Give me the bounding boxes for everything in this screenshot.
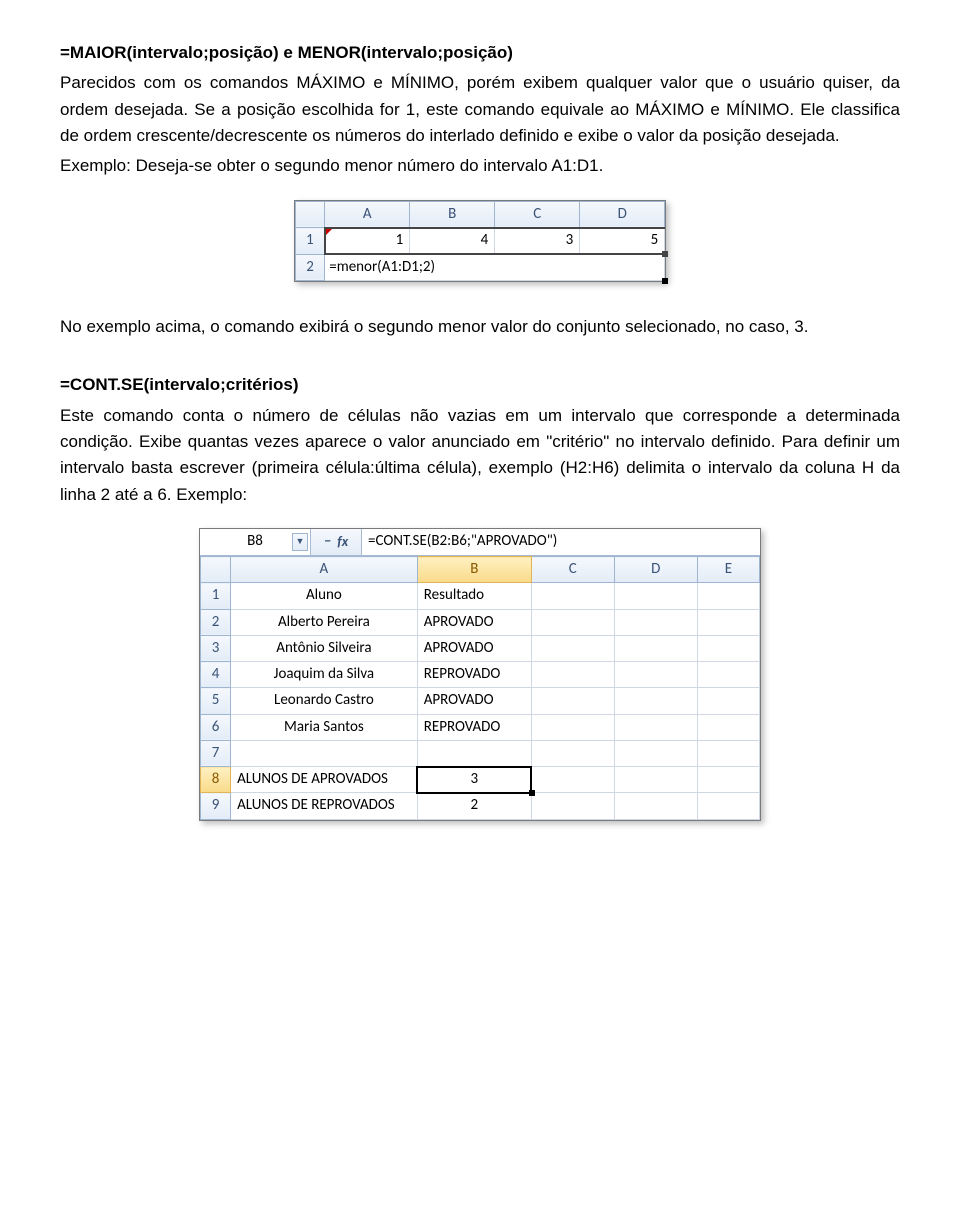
row-header-1[interactable]: 1 xyxy=(295,228,325,254)
cell-a1[interactable]: Aluno xyxy=(231,583,418,609)
col-header-d[interactable]: D xyxy=(614,557,697,583)
name-box[interactable]: B8 ▼ xyxy=(200,529,311,555)
formula-bar-input[interactable]: =CONT.SE(B2:B6;"APROVADO") xyxy=(362,529,760,555)
cell-a2[interactable]: Alberto Pereira xyxy=(231,609,418,635)
col-header-a[interactable]: A xyxy=(231,557,418,583)
col-header-b[interactable]: B xyxy=(417,557,531,583)
cell-b8-active[interactable]: 3 xyxy=(417,767,531,793)
cell-a4[interactable]: Joaquim da Silva xyxy=(231,662,418,688)
cell-a5[interactable]: Leonardo Castro xyxy=(231,688,418,714)
cell-d1[interactable]: 5 xyxy=(580,228,665,254)
excel-fragment-menor: A B C D 1 1 4 3 5 2 =menor(A1:D1;2) xyxy=(294,200,667,282)
name-box-dropdown-icon[interactable]: ▼ xyxy=(292,533,308,551)
row-header-2[interactable]: 2 xyxy=(201,609,231,635)
dash-icon[interactable]: – xyxy=(324,530,331,553)
col-header-c[interactable]: C xyxy=(495,201,580,228)
row-header-8[interactable]: 8 xyxy=(201,767,231,793)
paragraph-2: Exemplo: Deseja-se obter o segundo menor… xyxy=(60,153,900,179)
row-header-9[interactable]: 9 xyxy=(201,793,231,819)
row-header-3[interactable]: 3 xyxy=(201,635,231,661)
heading-contse: =CONT.SE(intervalo;critérios) xyxy=(60,372,900,398)
paragraph-4: Este comando conta o número de células n… xyxy=(60,403,900,508)
paragraph-3: No exemplo acima, o comando exibirá o se… xyxy=(60,314,900,340)
cell-b1[interactable]: 4 xyxy=(410,228,495,254)
heading-maior-menor: =MAIOR(intervalo;posição) e MENOR(interv… xyxy=(60,40,900,66)
fx-icon[interactable]: fx xyxy=(337,531,348,553)
cell-d1[interactable] xyxy=(614,583,697,609)
cell-b4[interactable]: REPROVADO xyxy=(417,662,531,688)
formula-bar: B8 ▼ – fx =CONT.SE(B2:B6;"APROVADO") xyxy=(200,529,760,556)
col-header-d[interactable]: D xyxy=(580,201,665,228)
cell-a8[interactable]: ALUNOS DE APROVADOS xyxy=(231,767,418,793)
cell-b9[interactable]: 2 xyxy=(417,793,531,819)
cell-a3[interactable]: Antônio Silveira xyxy=(231,635,418,661)
cell-a2-formula[interactable]: =menor(A1:D1;2) xyxy=(325,254,665,280)
col-header-b[interactable]: B xyxy=(410,201,495,228)
name-box-value: B8 xyxy=(247,530,263,553)
cell-a6[interactable]: Maria Santos xyxy=(231,714,418,740)
cell-b1[interactable]: Resultado xyxy=(417,583,531,609)
row-header-2[interactable]: 2 xyxy=(295,254,325,280)
formula-bar-buttons: – fx xyxy=(311,529,362,555)
cell-b2[interactable]: APROVADO xyxy=(417,609,531,635)
cell-c1[interactable]: 3 xyxy=(495,228,580,254)
row-header-6[interactable]: 6 xyxy=(201,714,231,740)
corner-cell xyxy=(295,201,325,228)
cell-a9[interactable]: ALUNOS DE REPROVADOS xyxy=(231,793,418,819)
corner-cell xyxy=(201,557,231,583)
col-header-a[interactable]: A xyxy=(325,201,410,228)
paragraph-1: Parecidos com os comandos MÁXIMO e MÍNIM… xyxy=(60,70,900,149)
row-header-5[interactable]: 5 xyxy=(201,688,231,714)
col-header-c[interactable]: C xyxy=(531,557,614,583)
cell-b5[interactable]: APROVADO xyxy=(417,688,531,714)
col-header-e[interactable]: E xyxy=(697,557,759,583)
row-header-7[interactable]: 7 xyxy=(201,740,231,766)
cell-a1[interactable]: 1 xyxy=(325,228,410,254)
excel-fragment-contse: B8 ▼ – fx =CONT.SE(B2:B6;"APROVADO") A B… xyxy=(199,528,761,821)
cell-c1[interactable] xyxy=(531,583,614,609)
row-header-4[interactable]: 4 xyxy=(201,662,231,688)
row-header-1[interactable]: 1 xyxy=(201,583,231,609)
cell-e1[interactable] xyxy=(697,583,759,609)
cell-b6[interactable]: REPROVADO xyxy=(417,714,531,740)
cell-b3[interactable]: APROVADO xyxy=(417,635,531,661)
